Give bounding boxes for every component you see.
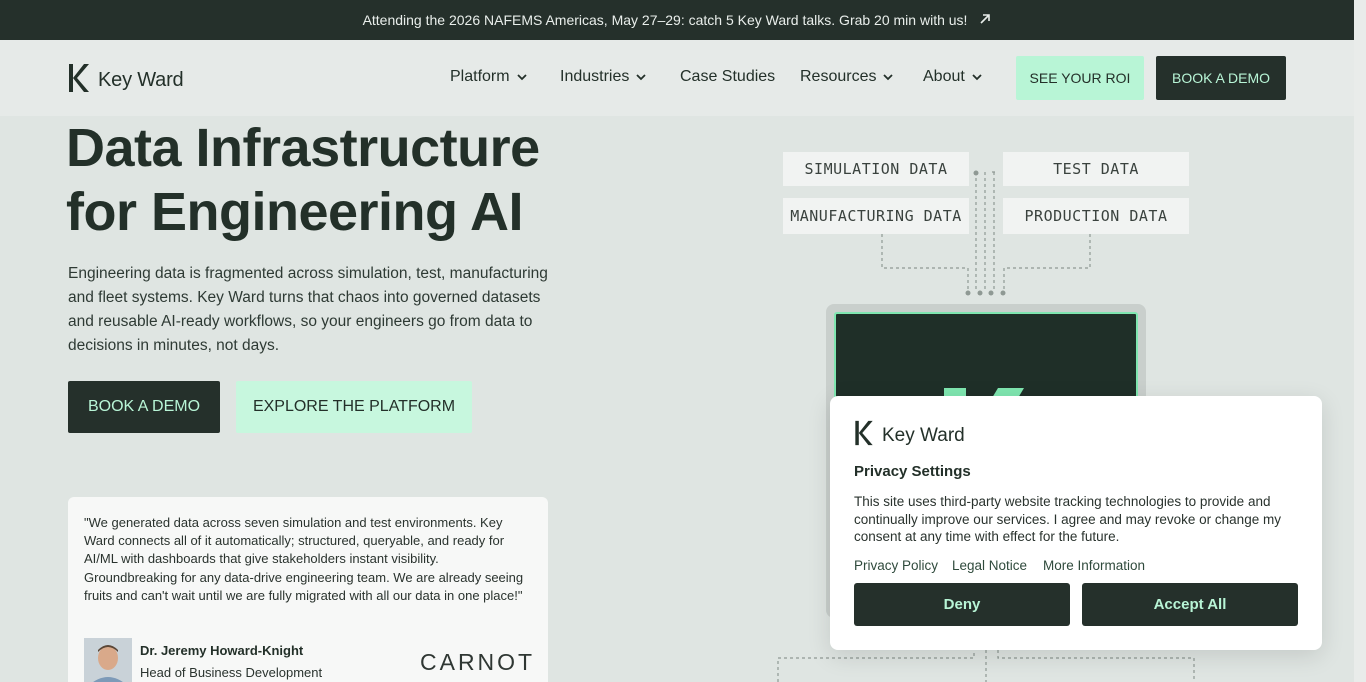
source-test-data: TEST DATA xyxy=(1003,152,1189,186)
page-scrollbar[interactable] xyxy=(1354,0,1366,682)
source-production-data: PRODUCTION DATA xyxy=(1003,198,1189,234)
privacy-logo: Key Ward xyxy=(854,420,965,451)
more-information-link[interactable]: More Information xyxy=(1043,558,1145,573)
source-manufacturing-data: MANUFACTURING DATA xyxy=(783,198,969,234)
privacy-settings-dialog: Key Ward Privacy Settings This site uses… xyxy=(830,396,1322,650)
privacy-text: This site uses third-party website track… xyxy=(854,494,1281,544)
accept-all-button[interactable]: Accept All xyxy=(1082,583,1298,626)
key-ward-logo-icon xyxy=(854,420,874,451)
privacy-title: Privacy Settings xyxy=(854,463,971,480)
source-simulation-data: SIMULATION DATA xyxy=(783,152,969,186)
legal-notice-link[interactable]: Legal Notice xyxy=(952,558,1027,573)
privacy-policy-link[interactable]: Privacy Policy xyxy=(854,558,938,573)
privacy-logo-text: Key Ward xyxy=(882,424,965,446)
deny-button[interactable]: Deny xyxy=(854,583,1070,626)
